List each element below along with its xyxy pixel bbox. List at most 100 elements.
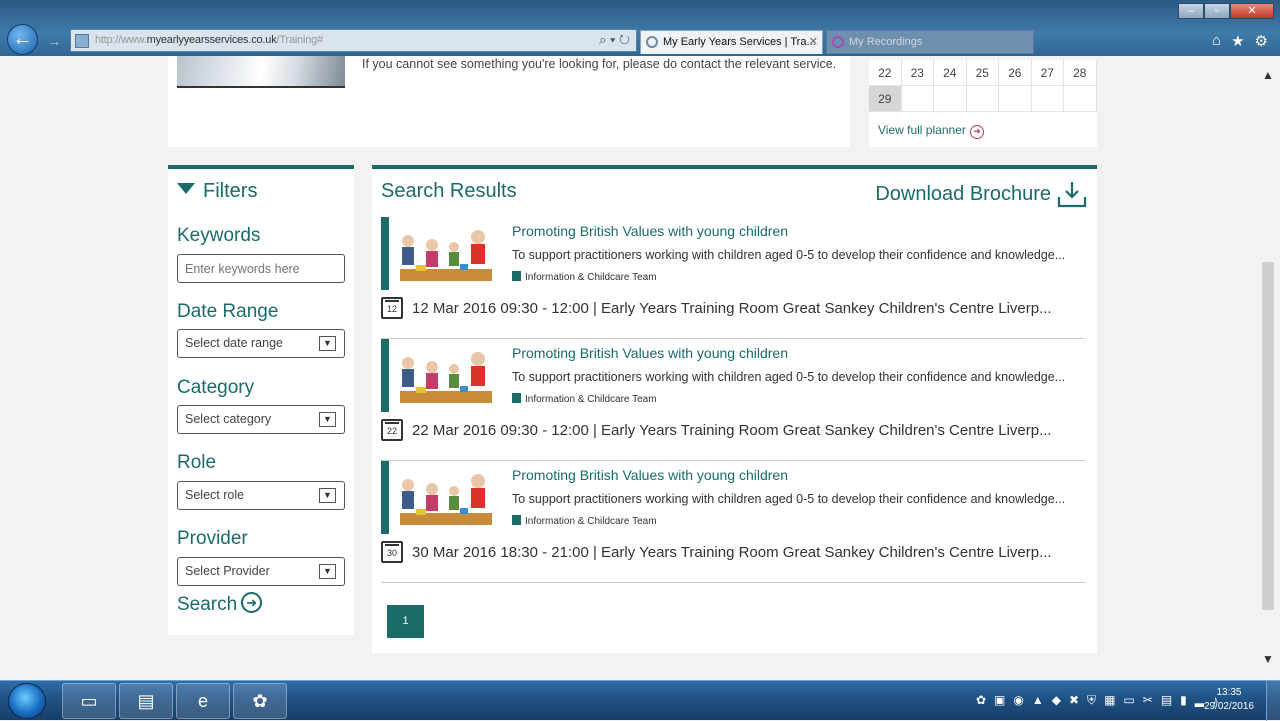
download-brochure-link[interactable]: Download Brochure — [875, 183, 1051, 206]
calendar-icon: 22 — [381, 419, 403, 441]
chevron-down-icon: ▼ — [319, 488, 336, 503]
chevron-down-icon: ▼ — [319, 336, 336, 351]
pagination-page-button[interactable]: 1 — [387, 605, 424, 638]
result-tag: Information & Childcare Team — [512, 271, 657, 283]
clock-time: 13:35 — [1216, 687, 1242, 698]
result-datetime: 12 Mar 2016 09:30 - 12:00 | Early Years … — [412, 300, 1052, 317]
result-item: Promoting British Values with young chil… — [381, 461, 1085, 583]
tray-app-icon[interactable]: ◉ — [1013, 693, 1023, 708]
calendar-day-empty — [1064, 86, 1097, 112]
category-select[interactable]: Select category ▼ — [177, 405, 345, 434]
arrow-right-circle-icon: ➜ — [969, 125, 984, 139]
children-photo[interactable] — [390, 461, 502, 534]
keywords-label: Keywords — [177, 225, 261, 246]
tag-square-icon — [512, 393, 521, 404]
keywords-input[interactable] — [177, 254, 345, 283]
tray-app-icon[interactable]: ▣ — [994, 693, 1005, 708]
calendar-day-today[interactable]: 29 — [869, 86, 902, 112]
calendar-icon: 30 — [381, 541, 403, 563]
document-app-icon[interactable]: ▤ — [119, 683, 173, 719]
calendar-day[interactable]: 28 — [1064, 60, 1097, 86]
browser-toolbar-icons: ⌂ ★ ⚙ — [1212, 32, 1268, 50]
calendar-day[interactable]: 24 — [934, 60, 967, 86]
provider-select[interactable]: Select Provider ▼ — [177, 557, 345, 586]
home-icon[interactable]: ⌂ — [1212, 32, 1221, 50]
system-tray: ✿ ▣ ◉ ▲ ◆ ✖ ⛨ ▦ ▭ ✂ ▤ ▮ ▂ ♪ — [976, 693, 1218, 708]
calendar-day[interactable]: 26 — [999, 60, 1032, 86]
search-button[interactable]: Search ➜ — [177, 592, 263, 616]
date-range-select[interactable]: Select date range ▼ — [177, 329, 345, 358]
calendar-week-row: 22 23 24 25 26 27 28 — [869, 60, 1097, 86]
children-photo[interactable] — [390, 339, 502, 412]
internet-explorer-icon[interactable]: e — [176, 683, 230, 719]
tab-close-icon[interactable]: ✕ — [809, 31, 818, 53]
start-button[interactable] — [8, 683, 46, 719]
calendar-day-empty — [934, 86, 967, 112]
result-description: To support practitioners working with ch… — [512, 248, 1066, 262]
recording-app-icon[interactable]: ✿ — [233, 683, 287, 719]
window-controls: – ▫ ✕ — [1178, 3, 1274, 21]
favorites-star-icon[interactable]: ★ — [1231, 32, 1244, 50]
page-icon — [75, 34, 89, 48]
calendar-day[interactable]: 27 — [1031, 60, 1064, 86]
settings-gear-icon[interactable]: ⚙ — [1255, 32, 1268, 50]
tab-my-early-years-services[interactable]: My Early Years Services | Tra... ✕ — [640, 30, 823, 54]
calendar-day-empty — [901, 86, 934, 112]
minimize-button[interactable]: – — [1178, 3, 1204, 19]
tag-square-icon — [512, 515, 521, 526]
result-accent-bar — [381, 339, 389, 412]
scroll-down-icon[interactable]: ▼ — [1262, 652, 1274, 666]
tray-shield-icon[interactable]: ⛨ — [1087, 693, 1096, 708]
arrow-right-circle-icon: ➜ — [241, 592, 263, 614]
close-button[interactable]: ✕ — [1230, 3, 1274, 19]
url-text[interactable]: http://www.myearlyyearsservices.co.uk/Tr… — [95, 34, 323, 46]
calendar-week-row: 29 — [869, 86, 1097, 112]
calendar-day[interactable]: 25 — [966, 60, 999, 86]
maximize-button[interactable]: ▫ — [1204, 3, 1230, 19]
tray-monitor-icon[interactable]: ▭ — [1123, 693, 1134, 708]
tray-app-icon[interactable]: ◆ — [1052, 693, 1061, 708]
view-full-planner-link[interactable]: View full planner ➜ — [878, 123, 984, 139]
tray-app-icon[interactable]: ▲ — [1032, 693, 1044, 708]
filters-heading: Filters — [177, 180, 257, 203]
tag-square-icon — [512, 271, 521, 282]
tab-my-recordings[interactable]: My Recordings — [826, 30, 1034, 54]
scroll-thumb[interactable] — [1262, 262, 1274, 610]
result-tag: Information & Childcare Team — [512, 393, 657, 405]
tray-app-icon[interactable]: ✿ — [976, 693, 986, 708]
result-title-link[interactable]: Promoting British Values with young chil… — [512, 467, 788, 483]
taskbar-clock[interactable]: 13:35 29/02/2016 — [1204, 686, 1254, 714]
tray-tools-icon[interactable]: ✂ — [1143, 693, 1153, 708]
role-label: Role — [177, 452, 217, 473]
result-title-link[interactable]: Promoting British Values with young chil… — [512, 345, 788, 361]
calendar-day[interactable]: 22 — [869, 60, 902, 86]
download-icon[interactable] — [1057, 180, 1087, 208]
tray-battery-icon[interactable]: ▮ — [1180, 693, 1187, 708]
children-photo[interactable] — [390, 217, 502, 290]
chevron-down-icon: ▼ — [319, 412, 336, 427]
role-select[interactable]: Select role ▼ — [177, 481, 345, 510]
clock-date: 29/02/2016 — [1203, 701, 1254, 712]
address-bar[interactable]: http://www.myearlyyearsservices.co.uk/Tr… — [70, 29, 637, 52]
explorer-folder-icon[interactable]: ▭ — [62, 683, 116, 719]
vertical-scrollbar[interactable]: ▲ ▼ — [1260, 56, 1276, 680]
result-accent-bar — [381, 461, 389, 534]
category-label: Category — [177, 377, 255, 398]
chevron-down-icon: ▼ — [319, 564, 336, 579]
result-title-link[interactable]: Promoting British Values with young chil… — [512, 223, 788, 239]
forward-button[interactable]: → — [43, 31, 65, 51]
tray-network-icon[interactable]: ▤ — [1161, 693, 1172, 708]
result-item: Promoting British Values with young chil… — [381, 217, 1085, 339]
scroll-up-icon[interactable]: ▲ — [1262, 68, 1274, 82]
show-desktop-button[interactable] — [1266, 681, 1280, 721]
calendar-day[interactable]: 23 — [901, 60, 934, 86]
result-item: Promoting British Values with young chil… — [381, 339, 1085, 461]
address-controls[interactable]: ⌕ ▾ ↻ — [599, 32, 630, 48]
filters-panel: Filters Keywords Date Range Select date … — [168, 165, 354, 635]
result-accent-bar — [381, 217, 389, 290]
tray-signal-icon[interactable]: ▂ — [1195, 693, 1204, 708]
tray-app-icon[interactable]: ✖ — [1069, 693, 1079, 708]
calendar-day-empty — [1031, 86, 1064, 112]
back-button[interactable]: ← — [7, 24, 38, 55]
tray-app-icon[interactable]: ▦ — [1104, 693, 1115, 708]
